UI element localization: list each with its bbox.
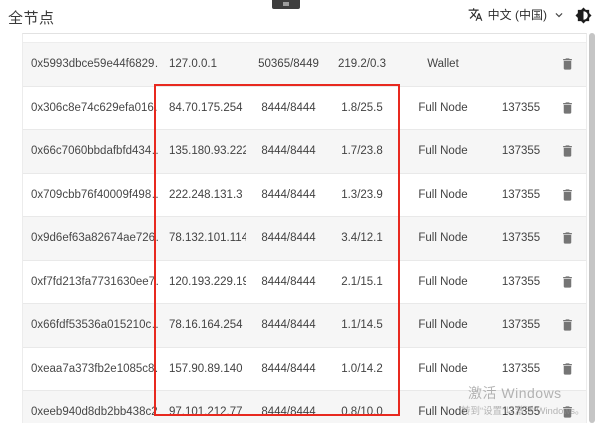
node-id-cell: 0x5993dbce59e44f6829…: [23, 58, 158, 70]
node-id-cell: 0x66fdf53536a015210c…: [23, 319, 158, 331]
ip-address-cell: 127.0.0.1: [158, 58, 246, 70]
trash-icon: [560, 143, 575, 159]
up-down-rate-cell: 1.3/23.9: [331, 189, 393, 201]
up-down-rate-cell: 1.8/25.5: [331, 102, 393, 114]
clipped-previous-row: [23, 34, 586, 43]
table-row: 0xf7fd213fa7731630ee7… 120.193.229.197 8…: [23, 261, 586, 305]
trash-icon: [560, 187, 575, 203]
ports-cell: 8444/8444: [246, 276, 331, 288]
ports-cell: 8444/8444: [246, 232, 331, 244]
node-type-cell: Wallet: [393, 58, 493, 70]
chevron-down-icon: [552, 8, 566, 22]
table-row: 0x66fdf53536a015210c… 78.16.164.254 8444…: [23, 304, 586, 348]
up-down-rate-cell: 0.8/10.0: [331, 406, 393, 418]
ip-address-cell: 78.132.101.114: [158, 232, 246, 244]
delete-cell: [549, 184, 586, 206]
vertical-scrollbar[interactable]: [589, 33, 595, 423]
app-header: 全节点 中文 (中国): [0, 0, 600, 32]
delete-cell: [549, 97, 586, 119]
page-title: 全节点: [8, 7, 55, 28]
trash-icon: [560, 230, 575, 246]
ip-address-cell: 120.193.229.197: [158, 276, 246, 288]
node-type-cell: Full Node: [393, 102, 493, 114]
truncated-overlay-element: [272, 0, 300, 9]
peak-height-cell: 137355: [493, 189, 549, 201]
trash-icon: [560, 56, 575, 72]
ip-address-cell: 157.90.89.140: [158, 363, 246, 375]
trash-icon: [560, 100, 575, 116]
up-down-rate-cell: 1.0/14.2: [331, 363, 393, 375]
node-type-cell: Full Node: [393, 232, 493, 244]
delete-node-button[interactable]: [557, 271, 578, 293]
ip-address-cell: 135.180.93.222: [158, 145, 246, 157]
peak-height-cell: 137355: [493, 232, 549, 244]
peak-height-cell: 137355: [493, 276, 549, 288]
node-id-cell: 0x9d6ef63a82674ae726…: [23, 232, 158, 244]
ip-address-cell: 97.101.212.77: [158, 406, 246, 418]
delete-node-button[interactable]: [557, 358, 578, 380]
node-type-cell: Full Node: [393, 363, 493, 375]
node-type-cell: Full Node: [393, 189, 493, 201]
node-type-cell: Full Node: [393, 319, 493, 331]
up-down-rate-cell: 2.1/15.1: [331, 276, 393, 288]
ports-cell: 8444/8444: [246, 145, 331, 157]
ports-cell: 8444/8444: [246, 406, 331, 418]
peak-height-cell: 137355: [493, 102, 549, 114]
up-down-rate-cell: 3.4/12.1: [331, 232, 393, 244]
table-row: 0x5993dbce59e44f6829… 127.0.0.1 50365/84…: [23, 43, 586, 87]
translate-icon: [468, 7, 483, 22]
node-id-cell: 0xeaa7a373fb2e1085c8…: [23, 363, 158, 375]
trash-icon: [560, 361, 575, 377]
node-type-cell: Full Node: [393, 145, 493, 157]
ports-cell: 50365/8449: [246, 58, 331, 70]
delete-node-button[interactable]: [557, 140, 578, 162]
node-id-cell: 0x709cbb76f40009f498…: [23, 189, 158, 201]
delete-node-button[interactable]: [557, 184, 578, 206]
node-id-cell: 0x66c7060bbdafbfd434…: [23, 145, 158, 157]
up-down-rate-cell: 1.7/23.8: [331, 145, 393, 157]
language-selector[interactable]: 中文 (中国): [468, 6, 566, 23]
ip-address-cell: 222.248.131.3: [158, 189, 246, 201]
table-row: 0x709cbb76f40009f498… 222.248.131.3 8444…: [23, 174, 586, 218]
ports-cell: 8444/8444: [246, 189, 331, 201]
windows-activation-watermark-line1: 激活 Windows: [468, 383, 562, 403]
ports-cell: 8444/8444: [246, 102, 331, 114]
delete-node-button[interactable]: [557, 314, 578, 336]
ports-cell: 8444/8444: [246, 363, 331, 375]
peak-height-cell: 137355: [493, 363, 549, 375]
delete-node-button[interactable]: [557, 53, 578, 75]
up-down-rate-cell: 219.2/0.3: [331, 58, 393, 70]
node-id-cell: 0x306c8e74c629efa016…: [23, 102, 158, 114]
ip-address-cell: 78.16.164.254: [158, 319, 246, 331]
delete-node-button[interactable]: [557, 227, 578, 249]
delete-cell: [549, 140, 586, 162]
delete-cell: [549, 227, 586, 249]
theme-toggle-button[interactable]: [573, 5, 593, 25]
language-selector-label: 中文 (中国): [488, 6, 547, 23]
node-type-cell: Full Node: [393, 276, 493, 288]
node-id-cell: 0xf7fd213fa7731630ee7…: [23, 276, 158, 288]
delete-cell: [549, 53, 586, 75]
delete-cell: [549, 271, 586, 293]
table-row: 0x9d6ef63a82674ae726… 78.132.101.114 844…: [23, 217, 586, 261]
peak-height-cell: 137355: [493, 145, 549, 157]
peak-height-cell: 137355: [493, 319, 549, 331]
delete-cell: [549, 314, 586, 336]
node-id-cell: 0xeeb940d8db2bb438c2…: [23, 406, 158, 418]
up-down-rate-cell: 1.1/14.5: [331, 319, 393, 331]
table-row: 0x306c8e74c629efa016… 84.70.175.254 8444…: [23, 87, 586, 131]
ip-address-cell: 84.70.175.254: [158, 102, 246, 114]
peers-table-body: 0x5993dbce59e44f6829… 127.0.0.1 50365/84…: [23, 43, 586, 423]
ports-cell: 8444/8444: [246, 319, 331, 331]
full-node-page: 全节点 中文 (中国) 0x5993dbce59e44f6829… 127.0.…: [0, 0, 600, 423]
trash-icon: [560, 317, 575, 333]
peer-connections-table: 0x5993dbce59e44f6829… 127.0.0.1 50365/84…: [22, 33, 587, 423]
windows-activation-watermark-line2: 转到“设置”以激活 Windows。: [461, 403, 585, 417]
trash-icon: [560, 274, 575, 290]
brightness-medium-icon: [575, 7, 592, 24]
table-row: 0x66c7060bbdafbfd434… 135.180.93.222 844…: [23, 130, 586, 174]
delete-node-button[interactable]: [557, 97, 578, 119]
delete-cell: [549, 358, 586, 380]
